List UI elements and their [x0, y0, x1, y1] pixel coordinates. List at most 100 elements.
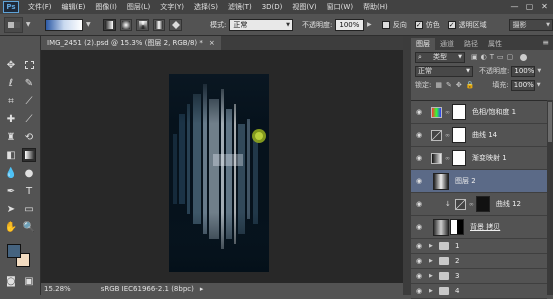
crop-tool-icon[interactable]: ⌗ — [4, 94, 18, 108]
fill-field[interactable]: 100% — [510, 79, 535, 91]
type-tool-icon[interactable]: T — [22, 184, 36, 198]
zoom-tool-icon[interactable]: 🔍 — [22, 220, 36, 234]
layer-row[interactable]: ◉ ∞ 曲线 14 — [411, 124, 547, 147]
radial-gradient-button[interactable] — [119, 18, 133, 31]
opacity-chevron-icon[interactable]: ▶ — [364, 19, 374, 31]
minimize-button[interactable]: — — [508, 1, 521, 12]
layer-name[interactable]: 图层 2 — [455, 176, 476, 186]
eyedropper-tool-icon[interactable]: ⟋ — [22, 94, 36, 108]
healing-brush-tool-icon[interactable]: ✚ — [4, 112, 18, 126]
visibility-eye-icon[interactable]: ◉ — [413, 199, 425, 209]
mode-select[interactable]: 正常 ▼ — [229, 18, 294, 31]
layer-mask-thumbnail[interactable] — [450, 219, 464, 235]
document-tab[interactable]: IMG_2451 (2).psd @ 15.3% (图层 2, RGB/8) *… — [41, 36, 221, 50]
layer-mask-thumbnail[interactable] — [452, 150, 466, 166]
layer-row[interactable]: ◉ 背景 拷贝 — [411, 216, 547, 239]
maximize-button[interactable]: ▢ — [523, 1, 536, 12]
lasso-tool-icon[interactable]: ℓ — [4, 76, 18, 90]
quick-mask-icon[interactable]: ◙ — [4, 274, 18, 288]
lock-icons[interactable]: ▦✎✥🔒 — [435, 81, 478, 89]
layer-name[interactable]: 色相/饱和度 1 — [472, 107, 516, 117]
tab-paths[interactable]: 路径 — [459, 38, 483, 50]
opacity-field[interactable]: 100% — [335, 18, 365, 31]
reflected-gradient-button[interactable] — [152, 18, 166, 31]
chevron-down-icon[interactable]: ▼ — [537, 82, 541, 88]
visibility-eye-icon[interactable]: ◉ — [413, 256, 425, 266]
menu-3d[interactable]: 3D(D) — [257, 3, 288, 11]
tool-preset-picker[interactable] — [4, 16, 24, 33]
foreground-color-swatch[interactable] — [7, 244, 21, 258]
layer-opacity-field[interactable]: 100% — [511, 65, 536, 77]
visibility-eye-icon[interactable]: ◉ — [413, 130, 425, 140]
group-name[interactable]: 1 — [455, 242, 459, 250]
menu-type[interactable]: 文字(Y) — [155, 2, 189, 12]
workspace-select[interactable]: 摄影 ▼ — [508, 18, 553, 31]
filter-toggle-icon[interactable] — [520, 53, 528, 61]
blend-mode-select[interactable]: 正常 ▼ — [415, 65, 473, 77]
path-selection-tool-icon[interactable]: ➤ — [4, 202, 18, 216]
menu-file[interactable]: 文件(F) — [23, 2, 57, 12]
filter-icons[interactable]: ▣◐T▭▢ — [471, 53, 516, 61]
layer-mask-thumbnail[interactable] — [452, 104, 466, 120]
chevron-down-icon[interactable]: ▼ — [537, 68, 541, 74]
layer-mask-thumbnail[interactable] — [452, 127, 466, 143]
menu-image[interactable]: 图像(I) — [90, 2, 122, 12]
blur-tool-icon[interactable]: 💧 — [4, 166, 18, 180]
menu-help[interactable]: 帮助(H) — [358, 2, 393, 12]
close-button[interactable]: ✕ — [538, 1, 551, 12]
menu-filter[interactable]: 滤镜(T) — [223, 2, 257, 12]
group-name[interactable]: 4 — [455, 287, 459, 295]
group-row[interactable]: ◉ ▶ 1 — [411, 239, 547, 254]
expand-arrow-icon[interactable]: ▶ — [429, 288, 437, 294]
layer-thumbnail[interactable] — [433, 172, 449, 190]
expand-arrow-icon[interactable]: ▶ — [429, 258, 437, 264]
visibility-eye-icon[interactable]: ◉ — [413, 107, 425, 117]
visibility-eye-icon[interactable]: ◉ — [413, 153, 425, 163]
menu-select[interactable]: 选择(S) — [189, 2, 223, 12]
layer-name[interactable]: 曲线 12 — [496, 199, 521, 209]
clone-stamp-tool-icon[interactable]: ♜ — [4, 130, 18, 144]
linear-gradient-button[interactable] — [103, 18, 116, 31]
gradient-picker-chevron-icon[interactable]: ▼ — [83, 19, 93, 31]
menu-edit[interactable]: 编辑(E) — [57, 2, 91, 12]
visibility-eye-icon[interactable]: ◉ — [413, 241, 425, 251]
group-row[interactable]: ◉ ▶ 2 — [411, 254, 547, 269]
layer-row-selected[interactable]: ◉ 图层 2 — [411, 170, 547, 193]
layer-mask-thumbnail[interactable] — [475, 196, 490, 212]
visibility-eye-icon[interactable]: ◉ — [413, 176, 425, 186]
group-name[interactable]: 3 — [455, 272, 459, 280]
move-tool-icon[interactable]: ✥ — [4, 58, 18, 72]
chevron-down-icon[interactable]: ▼ — [23, 19, 33, 31]
dither-checkbox[interactable]: ✓ — [414, 20, 423, 29]
tab-layers[interactable]: 图层 — [411, 38, 435, 50]
layers-scrollbar[interactable] — [547, 100, 553, 295]
hand-tool-icon[interactable]: ✋ — [4, 220, 18, 234]
group-name[interactable]: 2 — [455, 257, 459, 265]
marquee-tool-icon[interactable] — [22, 58, 36, 72]
panel-menu-icon[interactable]: ≡ — [542, 38, 549, 47]
history-brush-tool-icon[interactable]: ⟲ — [22, 130, 36, 144]
transparency-checkbox[interactable]: ✓ — [447, 20, 456, 29]
angle-gradient-button[interactable] — [136, 18, 149, 31]
document-image[interactable] — [169, 74, 269, 272]
screen-mode-icon[interactable]: ▣ — [22, 274, 36, 288]
expand-arrow-icon[interactable]: ▶ — [429, 243, 437, 249]
diamond-gradient-button[interactable] — [169, 18, 182, 31]
layer-name[interactable]: 背景 拷贝 — [470, 222, 500, 232]
layer-row[interactable]: ◉ ∞ 渐变映射 1 — [411, 147, 547, 170]
status-arrow-icon[interactable]: ▸ — [200, 285, 204, 293]
brush-tool-icon[interactable]: ⟋ — [22, 112, 36, 126]
gradient-editor-swatch[interactable] — [44, 18, 84, 31]
panel-collapse-strip[interactable] — [403, 36, 411, 295]
dodge-tool-icon[interactable]: ● — [22, 166, 36, 180]
layer-row[interactable]: ◉ ↓ ∞ 曲线 12 — [411, 193, 547, 216]
zoom-level[interactable]: 15.28% — [44, 285, 71, 293]
eraser-tool-icon[interactable]: ◧ — [4, 148, 18, 162]
group-row[interactable]: ◉ ▶ 3 — [411, 269, 547, 284]
close-tab-icon[interactable]: × — [209, 39, 215, 47]
layer-name[interactable]: 渐变映射 1 — [472, 153, 507, 163]
visibility-eye-icon[interactable]: ◉ — [413, 222, 425, 232]
menu-window[interactable]: 窗口(W) — [322, 2, 358, 12]
expand-arrow-icon[interactable]: ▶ — [429, 273, 437, 279]
filter-type-select[interactable]: ⌕ 类型 ▼ — [415, 51, 465, 63]
